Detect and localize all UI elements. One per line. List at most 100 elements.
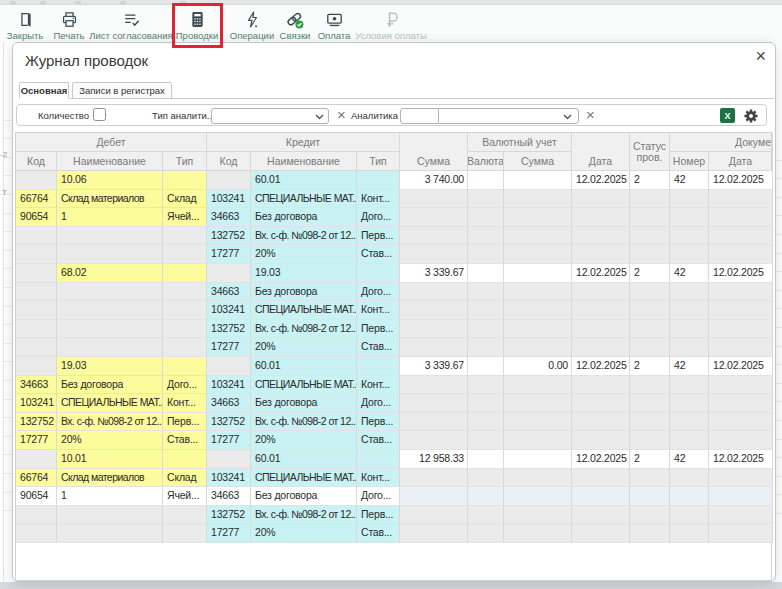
table-cell[interactable] bbox=[504, 376, 572, 395]
table-cell[interactable]: 12.02.2025 bbox=[709, 450, 773, 469]
table-cell[interactable]: 1 bbox=[57, 487, 163, 506]
table-cell[interactable] bbox=[709, 487, 773, 506]
table-cell[interactable] bbox=[400, 394, 468, 413]
table-cell[interactable] bbox=[207, 450, 251, 469]
table-cell[interactable] bbox=[670, 413, 709, 432]
table-cell[interactable] bbox=[468, 245, 504, 264]
table-cell[interactable] bbox=[16, 283, 57, 302]
table-cell[interactable] bbox=[468, 413, 504, 432]
table-cell[interactable] bbox=[468, 450, 504, 469]
table-cell[interactable] bbox=[207, 357, 251, 376]
table-cell[interactable] bbox=[16, 171, 57, 190]
table-cell[interactable]: Дого... bbox=[357, 208, 400, 227]
table-cell[interactable] bbox=[400, 413, 468, 432]
table-cell[interactable] bbox=[468, 357, 504, 376]
table-cell[interactable] bbox=[670, 283, 709, 302]
table-cell[interactable]: Склад материалов bbox=[57, 190, 163, 209]
table-cell[interactable]: 132752 bbox=[207, 320, 251, 339]
table-cell[interactable] bbox=[163, 338, 207, 357]
table-cell[interactable] bbox=[57, 320, 163, 339]
table-cell[interactable] bbox=[16, 357, 57, 376]
table-cell[interactable]: 3 339.67 bbox=[400, 264, 468, 283]
table-cell[interactable] bbox=[468, 264, 504, 283]
table-cell[interactable] bbox=[16, 301, 57, 320]
table-cell[interactable] bbox=[630, 524, 670, 543]
table-row[interactable]: 132752Вх. с-ф. №098-2 от 12...Перв... bbox=[16, 506, 771, 525]
table-cell[interactable] bbox=[670, 524, 709, 543]
table-cell[interactable] bbox=[57, 245, 163, 264]
table-cell[interactable]: 12.02.2025 bbox=[709, 264, 773, 283]
table-cell[interactable] bbox=[709, 301, 773, 320]
table-cell[interactable]: 12.02.2025 bbox=[572, 357, 630, 376]
table-cell[interactable] bbox=[468, 301, 504, 320]
table-cell[interactable] bbox=[572, 376, 630, 395]
table-cell[interactable] bbox=[709, 227, 773, 246]
table-cell[interactable] bbox=[400, 487, 468, 506]
clear-analytics-type-icon[interactable]: × bbox=[337, 106, 346, 124]
table-cell[interactable]: 42 bbox=[670, 264, 709, 283]
table-cell[interactable]: Конт... bbox=[357, 301, 400, 320]
table-cell[interactable] bbox=[57, 524, 163, 543]
table-cell[interactable]: 19.03 bbox=[251, 264, 357, 283]
table-cell[interactable] bbox=[572, 301, 630, 320]
table-row[interactable]: 103241СПЕЦИАЛЬНЫЕ МАТ...Конт...34663Без … bbox=[16, 394, 771, 413]
table-cell[interactable] bbox=[504, 190, 572, 209]
table-cell[interactable] bbox=[670, 394, 709, 413]
table-cell[interactable] bbox=[468, 394, 504, 413]
table-cell[interactable] bbox=[400, 301, 468, 320]
table-cell[interactable] bbox=[709, 413, 773, 432]
table-cell[interactable] bbox=[709, 524, 773, 543]
table-cell[interactable] bbox=[504, 413, 572, 432]
table-cell[interactable] bbox=[709, 208, 773, 227]
table-cell[interactable] bbox=[630, 394, 670, 413]
table-cell[interactable] bbox=[504, 264, 572, 283]
table-cell[interactable] bbox=[504, 431, 572, 450]
table-cell[interactable]: Без договора bbox=[251, 487, 357, 506]
table-cell[interactable]: Конт... bbox=[357, 469, 400, 488]
table-cell[interactable] bbox=[357, 357, 400, 376]
table-cell[interactable] bbox=[16, 227, 57, 246]
table-cell[interactable]: 2 bbox=[630, 357, 670, 376]
table-cell[interactable]: 17277 bbox=[207, 338, 251, 357]
table-cell[interactable]: СПЕЦИАЛЬНЫЕ МАТ... bbox=[251, 376, 357, 395]
table-cell[interactable]: Склад bbox=[163, 469, 207, 488]
table-row[interactable]: 1727720%Став... bbox=[16, 338, 771, 357]
table-cell[interactable] bbox=[163, 506, 207, 525]
table-cell[interactable] bbox=[468, 208, 504, 227]
table-cell[interactable]: 34663 bbox=[207, 283, 251, 302]
table-cell[interactable]: 34663 bbox=[207, 208, 251, 227]
table-cell[interactable]: 42 bbox=[670, 171, 709, 190]
table-cell[interactable] bbox=[163, 227, 207, 246]
table-cell[interactable]: 132752 bbox=[207, 413, 251, 432]
table-cell[interactable]: 12.02.2025 bbox=[572, 171, 630, 190]
table-cell[interactable]: 90654 bbox=[16, 208, 57, 227]
table-cell[interactable]: Дого... bbox=[163, 376, 207, 395]
table-cell[interactable] bbox=[670, 227, 709, 246]
table-cell[interactable] bbox=[468, 376, 504, 395]
table-cell[interactable] bbox=[468, 171, 504, 190]
table-cell[interactable]: 20% bbox=[57, 431, 163, 450]
table-cell[interactable] bbox=[504, 283, 572, 302]
table-cell[interactable]: СПЕЦИАЛЬНЫЕ МАТ... bbox=[251, 301, 357, 320]
table-cell[interactable]: Став... bbox=[357, 245, 400, 264]
table-cell[interactable]: 68.02 bbox=[57, 264, 163, 283]
table-cell[interactable]: 10.01 bbox=[57, 450, 163, 469]
table-cell[interactable] bbox=[163, 264, 207, 283]
table-cell[interactable] bbox=[630, 190, 670, 209]
table-cell[interactable] bbox=[57, 283, 163, 302]
table-row[interactable]: 132752Вх. с-ф. №098-2 от 12...Перв... bbox=[16, 227, 771, 246]
table-row[interactable]: 66764Склад материаловСклад103241СПЕЦИАЛЬ… bbox=[16, 469, 771, 488]
table-cell[interactable] bbox=[504, 524, 572, 543]
table-cell[interactable] bbox=[357, 264, 400, 283]
table-cell[interactable]: 42 bbox=[670, 357, 709, 376]
table-cell[interactable]: Став... bbox=[357, 338, 400, 357]
table-cell[interactable]: 17277 bbox=[16, 431, 57, 450]
table-cell[interactable] bbox=[709, 283, 773, 302]
table-cell[interactable]: 132752 bbox=[16, 413, 57, 432]
table-cell[interactable] bbox=[572, 431, 630, 450]
table-cell[interactable]: 103241 bbox=[207, 376, 251, 395]
table-cell[interactable]: Перв... bbox=[357, 320, 400, 339]
table-cell[interactable] bbox=[504, 338, 572, 357]
table-cell[interactable]: 12.02.2025 bbox=[572, 450, 630, 469]
table-cell[interactable]: Ячей... bbox=[163, 208, 207, 227]
